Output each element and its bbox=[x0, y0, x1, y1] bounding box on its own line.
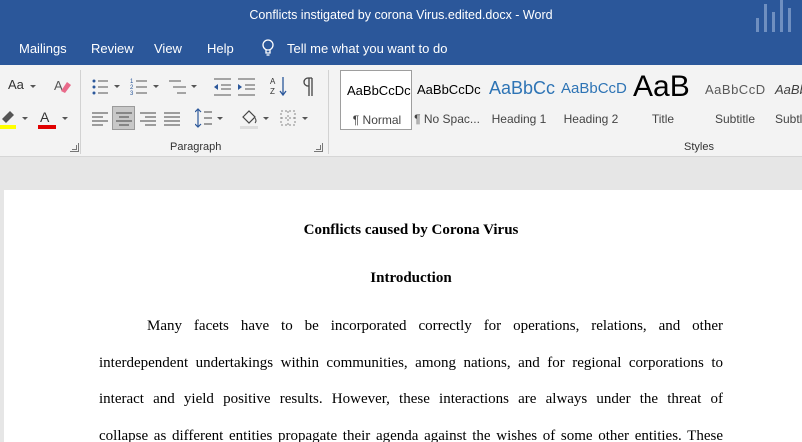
style-sample: AaBbCc bbox=[489, 78, 555, 98]
sort-icon[interactable]: A Z bbox=[270, 75, 287, 97]
align-left-icon[interactable] bbox=[92, 109, 108, 131]
multilevel-list-icon[interactable] bbox=[169, 76, 186, 98]
shading-icon[interactable] bbox=[240, 107, 258, 129]
borders-icon[interactable] bbox=[280, 108, 296, 130]
style-subtitle[interactable]: AaBbCcD Subtitle bbox=[699, 70, 771, 130]
document-title: Conflicts caused by Corona Virus bbox=[303, 222, 519, 238]
styles-gallery: AaBbCcDc ¶ Normal AaBbCcDc ¶ No Spac... … bbox=[337, 70, 802, 130]
increase-indent-icon[interactable] bbox=[238, 76, 255, 98]
style-name: Title bbox=[651, 112, 675, 126]
tell-me-search[interactable]: Tell me what you want to do bbox=[287, 41, 447, 56]
clear-formatting-icon[interactable]: A bbox=[52, 75, 72, 97]
line-spacing-icon[interactable] bbox=[195, 107, 212, 129]
ribbon-tabs: Mailings Review View Help Tell me what y… bbox=[0, 32, 802, 65]
lightbulb-icon bbox=[262, 39, 274, 56]
style-heading-2[interactable]: AaBbCcD Heading 2 bbox=[555, 70, 627, 130]
tab-review[interactable]: Review bbox=[91, 41, 134, 56]
chevron-down-icon bbox=[302, 117, 308, 120]
style-sample: AaBbCcDc bbox=[417, 82, 481, 97]
align-center-icon bbox=[116, 112, 132, 126]
title-bar-decoration bbox=[752, 0, 796, 32]
document-area: Conflicts caused by Corona Virus Introdu… bbox=[0, 158, 802, 442]
align-center-button[interactable] bbox=[112, 106, 135, 130]
title-bar: Conflicts instigated by corona Virus.edi… bbox=[0, 0, 802, 32]
numbering-icon[interactable]: 1 2 3 bbox=[130, 76, 147, 98]
align-right-icon[interactable] bbox=[140, 109, 156, 131]
tab-view[interactable]: View bbox=[154, 41, 182, 56]
decrease-indent-icon[interactable] bbox=[214, 76, 231, 98]
style-sample: AaB bbox=[633, 70, 690, 103]
style-name: ¶ Normal bbox=[352, 113, 402, 127]
paragraph-group-label: Paragraph bbox=[170, 141, 222, 153]
paragraph-line: collapse as different entities propagate… bbox=[99, 428, 723, 442]
chevron-down-icon bbox=[22, 117, 28, 120]
chevron-down-icon bbox=[114, 85, 120, 88]
style-sample: AaBb bbox=[775, 82, 802, 97]
paragraph-line: interact and yield positive results. How… bbox=[99, 391, 723, 407]
style-name: Heading 2 bbox=[563, 112, 619, 126]
style-sample: AaBbCcDc bbox=[347, 83, 411, 98]
style-subtle-emphasis[interactable]: AaBb Subtl bbox=[771, 70, 802, 130]
svg-text:3: 3 bbox=[130, 91, 134, 97]
group-separator bbox=[328, 70, 329, 154]
styles-group-label: Styles bbox=[684, 141, 714, 153]
chevron-down-icon bbox=[153, 85, 159, 88]
paragraph-dialog-launcher[interactable] bbox=[314, 143, 323, 152]
chevron-down-icon bbox=[30, 85, 36, 88]
style-title[interactable]: AaB Title bbox=[627, 70, 699, 130]
svg-text:Z: Z bbox=[270, 87, 275, 96]
chevron-down-icon bbox=[191, 85, 197, 88]
style-heading-1[interactable]: AaBbCc Heading 1 bbox=[483, 70, 555, 130]
style-name: ¶ No Spac... bbox=[414, 112, 480, 126]
paragraph-line: interdependent undertakings within commu… bbox=[99, 355, 723, 371]
style-sample: AaBbCcD bbox=[705, 82, 766, 97]
chevron-down-icon bbox=[217, 117, 223, 120]
svg-text:A: A bbox=[270, 77, 276, 86]
bullets-icon[interactable] bbox=[92, 76, 108, 98]
style-name: Subtitle bbox=[714, 112, 756, 126]
group-separator bbox=[80, 70, 81, 154]
font-dialog-launcher[interactable] bbox=[70, 143, 79, 152]
svg-text:A: A bbox=[40, 109, 50, 125]
paragraph-line: Many facets have to be incorporated corr… bbox=[147, 318, 723, 334]
style-no-spacing[interactable]: AaBbCcDc ¶ No Spac... bbox=[411, 70, 483, 130]
chevron-down-icon bbox=[263, 117, 269, 120]
document-heading: Introduction bbox=[370, 270, 452, 286]
window-title: Conflicts instigated by corona Virus.edi… bbox=[249, 8, 553, 22]
chevron-down-icon bbox=[62, 117, 68, 120]
style-sample: AaBbCcD bbox=[561, 80, 627, 97]
style-normal[interactable]: AaBbCcDc ¶ Normal bbox=[340, 70, 412, 130]
ribbon: Aa A A 1 2 3 A Z Paragraph AaBbCcDc ¶ No… bbox=[0, 65, 802, 157]
show-formatting-icon[interactable] bbox=[303, 76, 315, 98]
change-case-button[interactable]: Aa bbox=[8, 77, 24, 92]
highlight-icon[interactable] bbox=[0, 107, 18, 129]
tab-mailings[interactable]: Mailings bbox=[19, 41, 67, 56]
justify-icon[interactable] bbox=[164, 109, 180, 131]
style-name: Subtl bbox=[775, 112, 802, 126]
style-name: Heading 1 bbox=[491, 112, 547, 126]
font-color-icon[interactable]: A bbox=[38, 107, 56, 129]
tab-help[interactable]: Help bbox=[207, 41, 234, 56]
